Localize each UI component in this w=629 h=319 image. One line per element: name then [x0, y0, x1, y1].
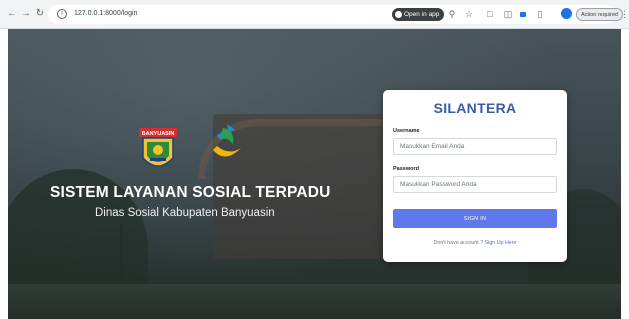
open-in-app-button[interactable]: Open in app — [392, 8, 445, 21]
reload-icon[interactable]: ↻ — [34, 8, 46, 20]
open-in-app-icon — [395, 11, 402, 18]
signup-prompt: Don't have account ? Sign Up Here — [383, 240, 567, 246]
puzzle-icon[interactable]: ▯ — [534, 8, 546, 20]
sidebar-icon[interactable]: ◫ — [502, 8, 514, 20]
profile-icon[interactable] — [561, 8, 572, 19]
info-icon[interactable]: i — [57, 9, 67, 19]
password-input[interactable] — [393, 176, 557, 193]
kemensos-logo — [213, 124, 241, 157]
signup-prompt-text: Don't have account ? — [433, 240, 484, 246]
action-required-button[interactable]: Action required — [576, 8, 623, 21]
url-text[interactable]: 127.0.0.1:8000/login — [74, 9, 137, 19]
username-input[interactable] — [393, 138, 557, 155]
banyuasin-logo: BANYUASIN — [139, 128, 177, 167]
login-card: SILANTERA Username Password SIGN IN Don'… — [383, 90, 567, 262]
login-title: SILANTERA — [433, 100, 517, 116]
browser-toolbar: ← → ↻ i 127.0.0.1:8000/login Open in app… — [0, 0, 629, 29]
forward-icon[interactable]: → — [20, 8, 32, 20]
open-in-app-label: Open in app — [404, 11, 440, 18]
sign-up-link[interactable]: Sign Up Here — [485, 240, 517, 246]
password-label: Password — [393, 166, 419, 172]
hero-subtitle: Dinas Sosial Kabupaten Banyuasin — [95, 207, 275, 219]
extension-badge-icon[interactable] — [520, 12, 526, 17]
kebab-menu-icon[interactable]: ⋮ — [620, 8, 629, 20]
extension-icon[interactable]: □ — [484, 8, 496, 20]
hero-title: SISTEM LAYANAN SOSIAL TERPADU — [50, 184, 331, 201]
sign-in-button[interactable]: SIGN IN — [393, 209, 557, 228]
username-label: Username — [393, 128, 420, 134]
star-icon[interactable]: ☆ — [463, 8, 475, 20]
zoom-icon[interactable]: ⚲ — [446, 8, 458, 20]
back-icon[interactable]: ← — [6, 8, 18, 20]
logo-text: BANYUASIN — [142, 131, 175, 137]
